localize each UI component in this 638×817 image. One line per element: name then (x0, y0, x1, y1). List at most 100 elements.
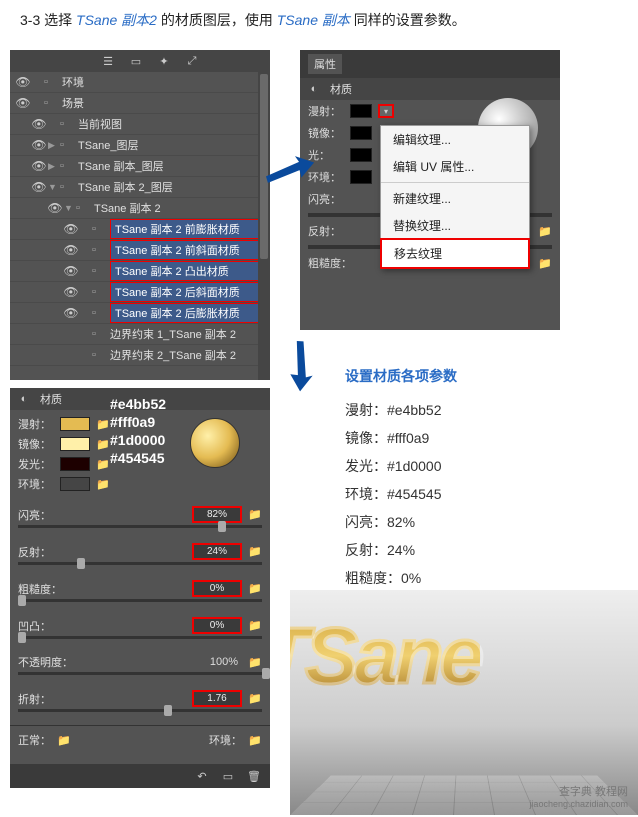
context-menu-item[interactable]: 编辑 UV 属性... (381, 153, 529, 180)
color-swatch[interactable] (60, 457, 90, 471)
layer-row[interactable]: 👁 ▶ ▫ TSane 副本_图层 (10, 156, 270, 177)
layer-row[interactable]: 👁 ▫ 环境 (10, 72, 270, 93)
layer-name: TSane 副本 2_图层 (78, 179, 266, 195)
twisty-icon[interactable]: ▶ (48, 161, 60, 172)
toolbar-icon[interactable]: ⤢ (184, 53, 200, 69)
visibility-icon[interactable]: 👁 (30, 180, 48, 194)
context-menu-item[interactable]: 移去纹理 (380, 238, 530, 269)
folder-icon[interactable]: 📁 (248, 734, 262, 747)
folder-icon[interactable]: 📁 (248, 582, 262, 595)
layer-type-icon: ▫ (76, 202, 92, 214)
slider-track[interactable] (18, 562, 262, 565)
revert-icon[interactable]: ↶ (194, 768, 210, 784)
folder-icon[interactable]: 📁 (248, 619, 262, 632)
folder-icon[interactable]: 📁 (57, 734, 71, 747)
layer-name: 环境 (62, 74, 266, 90)
color-swatch[interactable] (60, 437, 90, 451)
visibility-icon[interactable]: 👁 (62, 285, 80, 299)
visibility-icon[interactable]: 👁 (62, 264, 80, 278)
visibility-icon[interactable]: 👁 (62, 243, 80, 257)
twisty-icon[interactable]: ▶ (48, 140, 60, 151)
visibility-icon[interactable]: 👁 (62, 306, 80, 320)
color-swatch[interactable] (60, 417, 90, 431)
twisty-icon[interactable]: ▼ (64, 203, 76, 213)
toolbar-icon[interactable]: ☰ (100, 53, 116, 69)
layers-toolbar: ☰ ▭ ✦ ⤢ (10, 50, 270, 72)
layer-row[interactable]: 👁 ▼ ▫ TSane 副本 2_图层 (10, 177, 270, 198)
layer-row[interactable]: 👁 ▫ 当前视图 (10, 114, 270, 135)
tab-properties[interactable]: 属性 (308, 54, 342, 74)
layer-row[interactable]: 👁 ▼ ▫ TSane 副本 2 (10, 198, 270, 219)
layer-row[interactable]: 👁 ▫ TSane 副本 2 后膨胀材质 (10, 303, 270, 324)
material-icon: ◐ (306, 81, 322, 97)
twisty-icon[interactable]: ▼ (48, 182, 60, 192)
visibility-icon[interactable]: 👁 (14, 96, 32, 110)
visibility-icon[interactable]: 👁 (62, 222, 80, 236)
folder-icon[interactable]: 📁 (248, 545, 262, 558)
hex-overlay: #fff0a9 (110, 414, 155, 430)
visibility-icon[interactable]: 👁 (30, 138, 48, 152)
layer-row[interactable]: 👁 ▫ TSane 副本 2 凸出材质 (10, 261, 270, 282)
slider-value[interactable]: 0% (192, 617, 242, 634)
slider-value[interactable]: 100% (192, 656, 242, 668)
layer-row[interactable]: 👁 ▫ TSane 副本 2 前斜面材质 (10, 240, 270, 261)
dropdown-icon[interactable]: ▾ (378, 104, 394, 118)
color-swatch[interactable] (350, 170, 372, 184)
layer-name: TSane 副本_图层 (78, 158, 266, 174)
toolbar-icon[interactable]: ✦ (156, 53, 172, 69)
visibility-icon[interactable]: 👁 (14, 75, 32, 89)
layer-row[interactable]: ▫ 边界约束 1_TSane 副本 2 (10, 324, 270, 345)
mat-color-row: 环境： 📁 (10, 474, 270, 494)
slider-value[interactable]: 1.76 (192, 690, 242, 707)
layer-row[interactable]: 👁 ▶ ▫ TSane_图层 (10, 135, 270, 156)
slider-track[interactable] (18, 525, 262, 528)
watermark: 查字典 教程网 jiaocheng.chazidian.com (529, 783, 628, 809)
layer-row[interactable]: ▫ 边界约束 2_TSane 副本 2 (10, 345, 270, 366)
param-line: 镜像：#fff0a9 (345, 424, 457, 452)
param-line: 环境：#454545 (345, 480, 457, 508)
folder-icon[interactable]: 📁 (248, 656, 262, 669)
folder-icon[interactable]: 📁 (538, 257, 552, 270)
hex-overlay: #e4bb52 (110, 396, 166, 412)
slider-row: 闪亮： 82% 📁 (10, 498, 270, 525)
slider-track[interactable] (18, 636, 262, 639)
folder-icon[interactable]: 📁 (248, 692, 262, 705)
visibility-icon[interactable]: 👁 (30, 159, 48, 173)
visibility-icon[interactable]: 👁 (46, 201, 64, 215)
layer-row[interactable]: 👁 ▫ TSane 副本 2 后斜面材质 (10, 282, 270, 303)
context-menu-item[interactable]: 新建纹理... (381, 185, 529, 212)
slider-track[interactable] (18, 709, 262, 712)
subtab-label: 材质 (330, 81, 352, 97)
folder-icon[interactable]: 📁 (96, 478, 110, 491)
folder-icon[interactable]: 📁 (96, 418, 110, 431)
color-swatch[interactable] (60, 477, 90, 491)
slider-row: 粗糙度： 0% 📁 (10, 572, 270, 599)
scrollbar[interactable] (258, 72, 270, 380)
layer-row[interactable]: 👁 ▫ 场景 (10, 93, 270, 114)
layer-type-icon: ▫ (92, 223, 108, 235)
context-menu-item[interactable]: 替换纹理... (381, 212, 529, 239)
slider-track[interactable] (18, 599, 262, 602)
folder-icon[interactable]: 📁 (248, 508, 262, 521)
color-swatch[interactable] (350, 148, 372, 162)
delete-icon[interactable]: 🗑 (246, 768, 262, 784)
visibility-icon[interactable]: 👁 (30, 117, 48, 131)
slider-track[interactable] (18, 672, 262, 675)
color-swatch[interactable] (350, 126, 372, 140)
slider-value[interactable]: 82% (192, 506, 242, 523)
param-line: 反射：24% (345, 536, 457, 564)
color-swatch[interactable] (350, 104, 372, 118)
slider-value[interactable]: 0% (192, 580, 242, 597)
layer-name: TSane 副本 2 后膨胀材质 (110, 303, 266, 323)
toolbar-icon[interactable]: ▭ (128, 53, 144, 69)
layer-row[interactable]: 👁 ▫ TSane 副本 2 前膨胀材质 (10, 219, 270, 240)
folder-icon[interactable]: 📁 (538, 225, 552, 238)
folder-icon[interactable]: 📁 (96, 438, 110, 451)
context-menu-item[interactable]: 编辑纹理... (381, 126, 529, 153)
layer-list: 👁 ▫ 环境👁 ▫ 场景👁 ▫ 当前视图👁 ▶ ▫ TSane_图层👁 ▶ ▫ … (10, 72, 270, 366)
slider-value[interactable]: 24% (192, 543, 242, 560)
new-icon[interactable]: ▭ (220, 768, 236, 784)
folder-icon[interactable]: 📁 (96, 458, 110, 471)
arrow-icon (268, 330, 332, 396)
layer-type-icon: ▫ (60, 139, 76, 151)
